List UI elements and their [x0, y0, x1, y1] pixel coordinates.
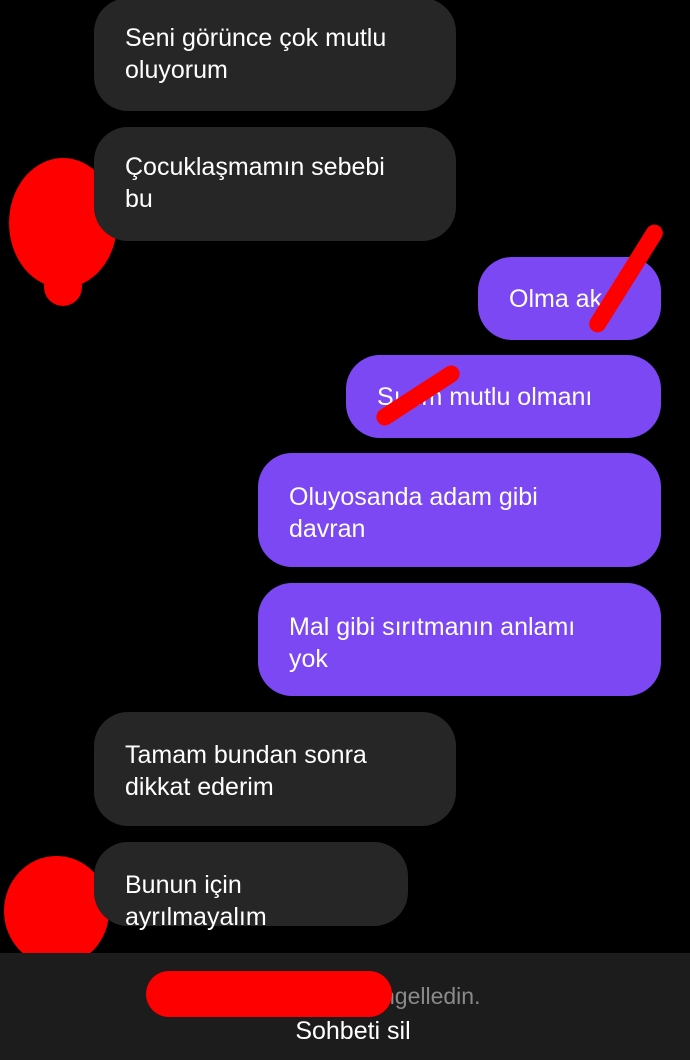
incoming-message[interactable]: Çocuklaşmamın sebebi bu [94, 127, 456, 241]
redacted-username [146, 971, 392, 1017]
outgoing-message[interactable]: Oluyosanda adam gibi davran [258, 453, 661, 567]
outgoing-message[interactable]: Sı rim mutlu olmanı [346, 355, 661, 438]
redacted-avatar [44, 268, 82, 306]
blocked-notice-text: ngelledin. [382, 983, 481, 1009]
outgoing-message[interactable]: Mal gibi sırıtmanın anlamı yok [258, 583, 661, 696]
delete-chat-button[interactable]: Sohbeti sil [0, 1017, 690, 1046]
incoming-message[interactable]: Tamam bundan sonra dikkat ederim [94, 712, 456, 826]
incoming-message[interactable]: Bunun için ayrılmayalım [94, 842, 408, 931]
blocked-footer: ngelledin. Sohbeti sil [0, 953, 690, 1060]
incoming-message[interactable]: Seni görünce çok mutlu oluyorum [94, 0, 456, 111]
